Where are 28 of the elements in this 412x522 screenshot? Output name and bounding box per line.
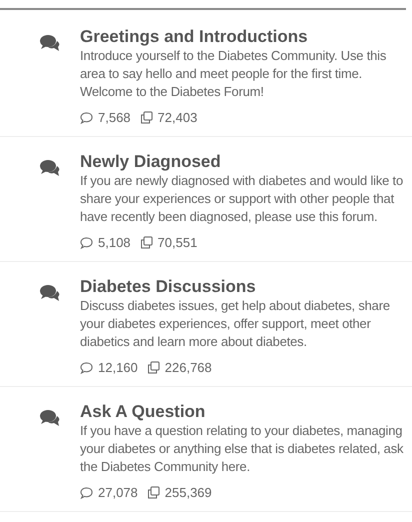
chat-bubbles-icon — [40, 409, 60, 427]
copy-icon — [146, 486, 160, 499]
thread-count: 12,160 — [98, 360, 138, 375]
forum-title[interactable]: Ask A Question — [80, 401, 412, 422]
chat-bubbles-icon — [40, 159, 60, 177]
forum-description: If you have a question relating to your diabetes, managing your diabetes or anything else that is diabetes related, ask the Diabetes Community here. — [80, 422, 404, 476]
thread-count: 5,108 — [98, 235, 131, 250]
message-count: 70,551 — [158, 235, 198, 250]
copy-icon — [140, 111, 153, 124]
forum-description: Discuss diabetes issues, get help about diabetes, share your diabetes experiences, offer support, meet other diabetics and learn more about diabetes. — [80, 297, 391, 351]
forum-description: Introduce yourself to the Diabetes Community. Use this area to say hello and meet people for the first time. Welcome to the Diabetes Forum! — [80, 47, 388, 101]
forum-description: If you are newly diagnosed with diabetes and would like to share your experiences or support with other people that have recently been diagnosed, please use this forum. — [80, 172, 404, 226]
message-count: 72,403 — [158, 110, 198, 125]
copy-icon — [140, 236, 153, 249]
comment-icon — [80, 112, 93, 124]
message-count: 226,768 — [164, 360, 212, 375]
copy-icon — [146, 361, 160, 374]
thread-count: 7,568 — [98, 110, 131, 125]
forum-title[interactable]: Greetings and Introductions — [80, 26, 412, 47]
chat-bubbles-icon — [40, 34, 60, 52]
comment-icon — [80, 236, 93, 248]
forum-title[interactable]: Diabetes Discussions — [80, 276, 412, 297]
message-count: 255,369 — [164, 485, 212, 500]
thread-count: 27,078 — [98, 485, 138, 500]
forum-title[interactable]: Newly Diagnosed — [80, 151, 412, 172]
comment-icon — [80, 486, 93, 498]
comment-icon — [80, 362, 93, 374]
chat-bubbles-icon — [40, 284, 60, 302]
